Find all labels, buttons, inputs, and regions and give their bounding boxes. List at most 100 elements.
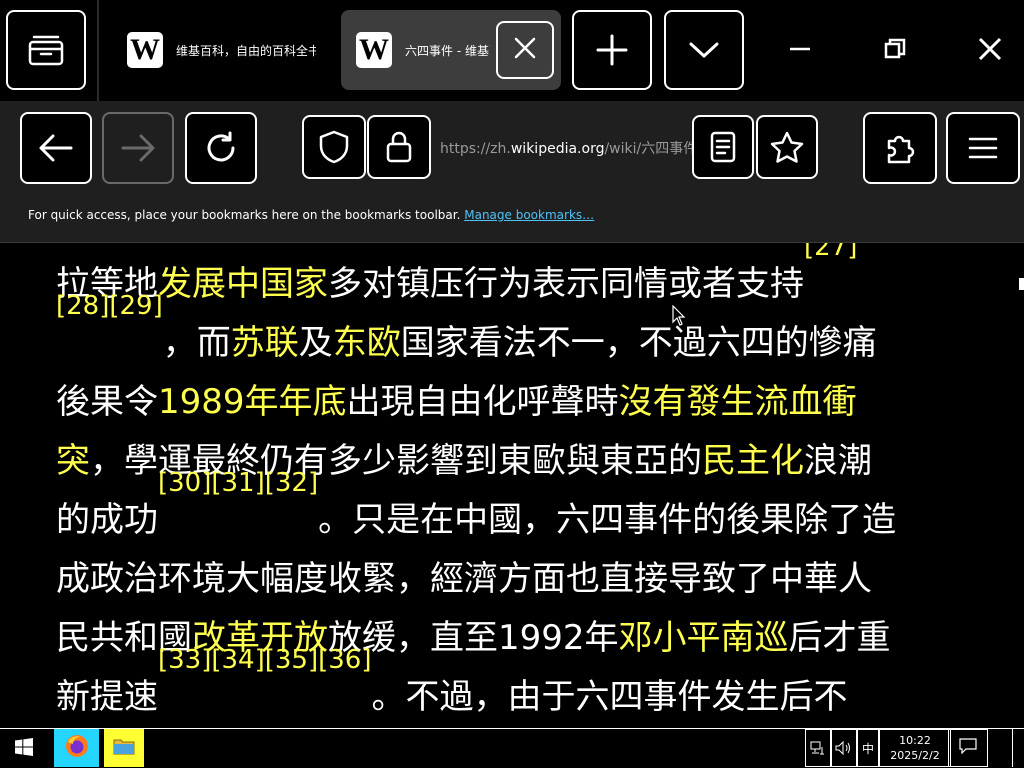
taskbar-app-file-explorer[interactable] bbox=[104, 729, 144, 767]
url-scheme: https://zh. bbox=[440, 141, 511, 157]
tab-group-icon bbox=[26, 32, 66, 68]
manage-bookmarks-link[interactable]: Manage bookmarks… bbox=[464, 208, 594, 222]
close-icon bbox=[977, 36, 1003, 66]
url-domain: wikipedia.org bbox=[510, 141, 605, 157]
minimize-button[interactable] bbox=[754, 0, 845, 101]
wiki-link[interactable]: 发展中国家 bbox=[158, 264, 328, 304]
window-controls bbox=[750, 0, 1024, 101]
action-center-button[interactable] bbox=[948, 729, 988, 767]
wiki-link[interactable]: 苏联 bbox=[231, 323, 299, 363]
article-line: 拉等地发展中国家多对镇压行为表示同情或者支持[27] bbox=[56, 243, 986, 314]
article-text: 新提速 bbox=[56, 677, 158, 717]
tab-title: 六四事件 - 维基百科 bbox=[405, 43, 490, 58]
mouse-pointer-icon bbox=[672, 304, 686, 331]
input-method-indicator[interactable]: 中 bbox=[857, 729, 879, 767]
star-icon bbox=[769, 130, 805, 164]
network-icon[interactable] bbox=[805, 729, 831, 767]
forward-button[interactable] bbox=[102, 112, 174, 184]
article-text: 。只是在中國，六四事件的後果除了造 bbox=[318, 500, 897, 540]
wiki-link[interactable]: 1989年年底 bbox=[158, 382, 347, 422]
citation-link[interactable]: [27] bbox=[804, 243, 857, 262]
close-icon bbox=[512, 35, 538, 65]
wiki-link[interactable]: 突 bbox=[56, 441, 90, 481]
plus-icon bbox=[596, 34, 628, 66]
reload-icon bbox=[203, 130, 239, 166]
navigation-toolbar: https://zh.wikipedia.org/wiki/六四事件 bbox=[0, 101, 1024, 197]
article-text: 成政治环境大幅度收緊，經濟方面也直接导致了中華人 bbox=[56, 559, 872, 599]
citation-link[interactable]: [31] bbox=[211, 468, 264, 498]
article-line: [28][29]，而苏联及东欧国家看法不一，不過六四的慘痛 bbox=[56, 293, 986, 373]
taskbar-app-firefox[interactable] bbox=[54, 729, 99, 767]
article-text: 国家看法不一，不過六四的慘痛 bbox=[400, 323, 877, 363]
wiki-link[interactable]: 东欧 bbox=[333, 323, 401, 363]
bookmarks-hint-text: For quick access, place your bookmarks h… bbox=[28, 208, 461, 222]
url-bar[interactable]: https://zh.wikipedia.org/wiki/六四事件 bbox=[300, 112, 820, 184]
site-security-button[interactable] bbox=[367, 115, 431, 179]
list-all-tabs-button[interactable] bbox=[664, 10, 744, 90]
app-menu-button[interactable] bbox=[946, 112, 1020, 184]
new-tab-button[interactable] bbox=[572, 10, 652, 90]
article-line: 的成功[30][31][32]。只是在中國，六四事件的後果除了造 bbox=[56, 470, 986, 550]
url-path: /wiki/六四事件 bbox=[604, 141, 692, 157]
volume-icon[interactable] bbox=[831, 729, 857, 767]
folder-icon bbox=[113, 736, 135, 760]
close-tab-button[interactable] bbox=[496, 21, 554, 79]
arrow-left-icon bbox=[38, 133, 74, 163]
close-window-button[interactable] bbox=[944, 0, 1024, 101]
reader-icon bbox=[708, 130, 738, 164]
chevron-down-icon bbox=[688, 40, 720, 60]
article-line: 後果令1989年年底出現自由化呼聲時沒有發生流血衝 bbox=[56, 373, 986, 432]
clock-time: 10:22 bbox=[899, 734, 931, 747]
citation-link[interactable]: [33] bbox=[158, 645, 211, 675]
arrow-right-icon bbox=[120, 133, 156, 163]
article-text: 後果令 bbox=[56, 382, 158, 422]
restore-icon bbox=[883, 37, 907, 65]
lock-icon bbox=[384, 129, 414, 165]
notification-icon bbox=[959, 738, 977, 758]
citation-link[interactable]: [28] bbox=[56, 291, 109, 321]
show-desktop-button[interactable] bbox=[1012, 729, 1024, 767]
reload-button[interactable] bbox=[185, 112, 257, 184]
wiki-link[interactable]: 沒有發生流血衝 bbox=[619, 382, 857, 422]
wiki-link[interactable]: 邓小平南巡 bbox=[619, 618, 789, 658]
wiki-link[interactable]: 民主化 bbox=[702, 441, 804, 481]
article-paragraph: 拉等地发展中国家多对镇压行为表示同情或者支持[27] [28][29]，而苏联及东… bbox=[56, 243, 986, 727]
clock-date: 2025/2/2 bbox=[890, 749, 940, 762]
url-text[interactable]: https://zh.wikipedia.org/wiki/六四事件 bbox=[440, 138, 692, 158]
citation-link[interactable]: [29] bbox=[109, 291, 162, 321]
tab-divider bbox=[97, 0, 99, 101]
reader-view-button[interactable] bbox=[692, 115, 754, 179]
tab-wikipedia-home[interactable]: W 维基百科，自由的百科全书 bbox=[112, 10, 332, 90]
tab-title: 维基百科，自由的百科全书 bbox=[176, 43, 316, 58]
article-text: 的成功 bbox=[56, 500, 158, 540]
citation-link[interactable]: [32] bbox=[265, 468, 318, 498]
citation-link[interactable]: [36] bbox=[318, 645, 371, 675]
back-button[interactable] bbox=[20, 112, 92, 184]
restore-button[interactable] bbox=[849, 0, 940, 101]
wikipedia-favicon-icon: W bbox=[127, 32, 163, 68]
wikipedia-favicon-icon: W bbox=[356, 32, 392, 68]
clock[interactable]: 10:22 2025/2/2 bbox=[879, 729, 951, 767]
firefox-icon bbox=[64, 733, 90, 763]
extensions-button[interactable] bbox=[863, 112, 937, 184]
article-text: 出現自由化呼聲時 bbox=[346, 382, 619, 422]
scrollbar-thumb[interactable] bbox=[1019, 278, 1024, 290]
tracking-protection-button[interactable] bbox=[302, 115, 366, 179]
bookmark-page-button[interactable] bbox=[756, 115, 818, 179]
article-line: 成政治环境大幅度收緊，經濟方面也直接导致了中華人 bbox=[56, 550, 986, 609]
bookmarks-empty-message: For quick access, place your bookmarks h… bbox=[28, 208, 594, 222]
shield-icon bbox=[318, 129, 350, 165]
tab-group-button[interactable] bbox=[6, 10, 86, 90]
citation-link[interactable]: [30] bbox=[158, 468, 211, 498]
citation-link[interactable]: [34] bbox=[211, 645, 264, 675]
puzzle-icon bbox=[882, 130, 918, 166]
article-line: 新提速[33][34][35][36]。不過，由于六四事件发生后不 bbox=[56, 647, 986, 727]
article-text: ，而 bbox=[162, 323, 231, 363]
citation-link[interactable]: [35] bbox=[265, 645, 318, 675]
article-text: 多对镇压行为表示同情或者支持 bbox=[328, 264, 804, 304]
start-button[interactable] bbox=[0, 729, 48, 768]
windows-logo-icon bbox=[15, 737, 33, 760]
article-text: 。不過，由于六四事件发生后不 bbox=[371, 677, 848, 717]
article-text: 后才重 bbox=[788, 618, 891, 658]
tab-strip: W 维基百科，自由的百科全书 W 六四事件 - 维基百科 bbox=[0, 0, 1024, 101]
